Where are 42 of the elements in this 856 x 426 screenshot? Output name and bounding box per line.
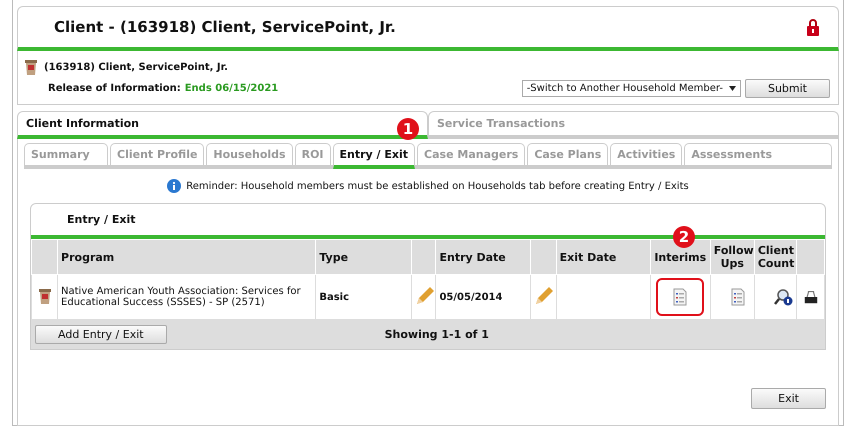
document-icon[interactable]: [672, 288, 688, 306]
step-marker: 1: [397, 118, 419, 140]
reminder-text: Reminder: Household members must be established on Households tab before creating Entry / Exits: [186, 180, 689, 192]
dropdown-caret-icon: [728, 86, 736, 91]
step-marker: 2: [673, 226, 695, 248]
sub-tab[interactable]: Case Plans: [527, 143, 608, 165]
table-cell: Native American Youth Association: Services for Educational Success (SSSES) - SP (2571): [61, 286, 301, 308]
column-header: Program: [61, 250, 114, 264]
sub-tab[interactable]: Case Managers: [417, 143, 526, 165]
client-name: (163918) Client, ServicePoint, Jr.: [44, 62, 228, 72]
table-cell: Basic: [319, 292, 350, 302]
document-icon[interactable]: [730, 288, 746, 306]
sub-tab[interactable]: Client Profile: [110, 143, 204, 165]
trash-can-icon[interactable]: [38, 288, 52, 304]
sub-tab[interactable]: Summary: [24, 143, 108, 165]
client-title: Client - (163918) Client, ServicePoint, Jr.: [54, 18, 396, 36]
pagination-text: Showing 1-1 of 1: [384, 328, 489, 341]
column-header: Type: [319, 250, 348, 264]
table-cell: 05/05/2014: [439, 292, 502, 302]
exit-button[interactable]: Exit: [751, 388, 826, 409]
sub-tab[interactable]: ROI: [294, 143, 331, 165]
sub-tab[interactable]: Entry / Exit: [332, 143, 416, 169]
info-icon: [167, 179, 182, 193]
sub-tab[interactable]: Assessments: [684, 143, 832, 165]
magnifier-icon[interactable]: [774, 288, 794, 306]
add-entry-exit-button[interactable]: Add Entry / Exit: [35, 325, 167, 344]
panel-title: Entry / Exit: [67, 213, 136, 226]
sub-tab[interactable]: Households: [206, 143, 293, 165]
column-header: Entry Date: [439, 250, 506, 264]
column-header: Client Count: [758, 244, 794, 270]
column-header: Exit Date: [560, 250, 616, 264]
lock-icon: [806, 18, 820, 36]
sub-tab[interactable]: Activities: [610, 143, 682, 165]
main-tab[interactable]: Service Transactions: [428, 111, 839, 135]
binder-clip-icon[interactable]: [804, 290, 818, 304]
column-header: Interims: [654, 250, 706, 264]
column-header: Follow Ups: [714, 244, 754, 270]
household-member-dropdown[interactable]: -Switch to Another Household Member-: [522, 80, 741, 97]
submit-button[interactable]: Submit: [744, 79, 830, 98]
roi-label: Release of Information:: [48, 83, 181, 94]
roi-value: Ends 06/15/2021: [184, 83, 278, 94]
trash-can-icon: [24, 59, 38, 75]
